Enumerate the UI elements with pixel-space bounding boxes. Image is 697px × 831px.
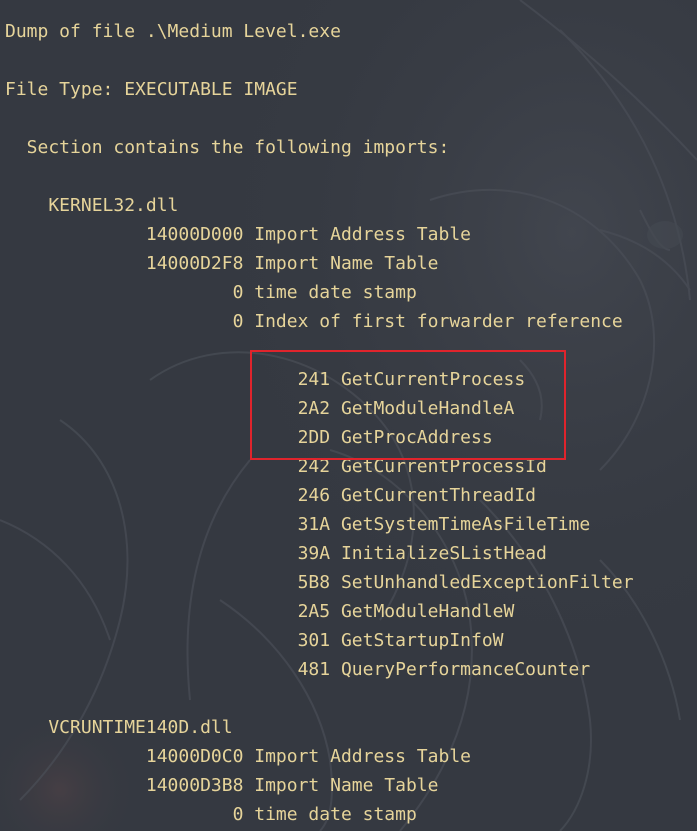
import-entry: 246 GetCurrentThreadId xyxy=(5,485,537,506)
import-entry: 481 QueryPerformanceCounter xyxy=(5,659,591,680)
import-name-table: 14000D3B8 Import Name Table xyxy=(5,775,439,796)
import-name-table: 14000D2F8 Import Name Table xyxy=(5,253,439,274)
import-entry: 31A GetSystemTimeAsFileTime xyxy=(5,514,591,535)
section-intro: Section contains the following imports: xyxy=(5,137,450,158)
file-type: File Type: EXECUTABLE IMAGE xyxy=(5,79,298,100)
import-entry: 301 GetStartupInfoW xyxy=(5,630,504,651)
dll-name-vcruntime140d: VCRUNTIME140D.dll xyxy=(5,717,233,738)
terminal-window: Dump of file .\Medium Level.exe File Typ… xyxy=(0,0,697,831)
import-address-table: 14000D000 Import Address Table xyxy=(5,224,471,245)
forwarder-index: 0 Index of first forwarder reference xyxy=(5,311,623,332)
import-address-table: 14000D0C0 Import Address Table xyxy=(5,746,471,767)
dll-name-kernel32: KERNEL32.dll xyxy=(5,195,179,216)
time-date-stamp: 0 time date stamp xyxy=(5,282,417,303)
import-entry: 39A InitializeSListHead xyxy=(5,543,547,564)
dump-header: Dump of file .\Medium Level.exe xyxy=(5,21,341,42)
import-entry: 5B8 SetUnhandledExceptionFilter xyxy=(5,572,634,593)
red-highlight-box xyxy=(250,350,566,460)
time-date-stamp: 0 time date stamp xyxy=(5,804,417,825)
import-entry: 2A5 GetModuleHandleW xyxy=(5,601,515,622)
